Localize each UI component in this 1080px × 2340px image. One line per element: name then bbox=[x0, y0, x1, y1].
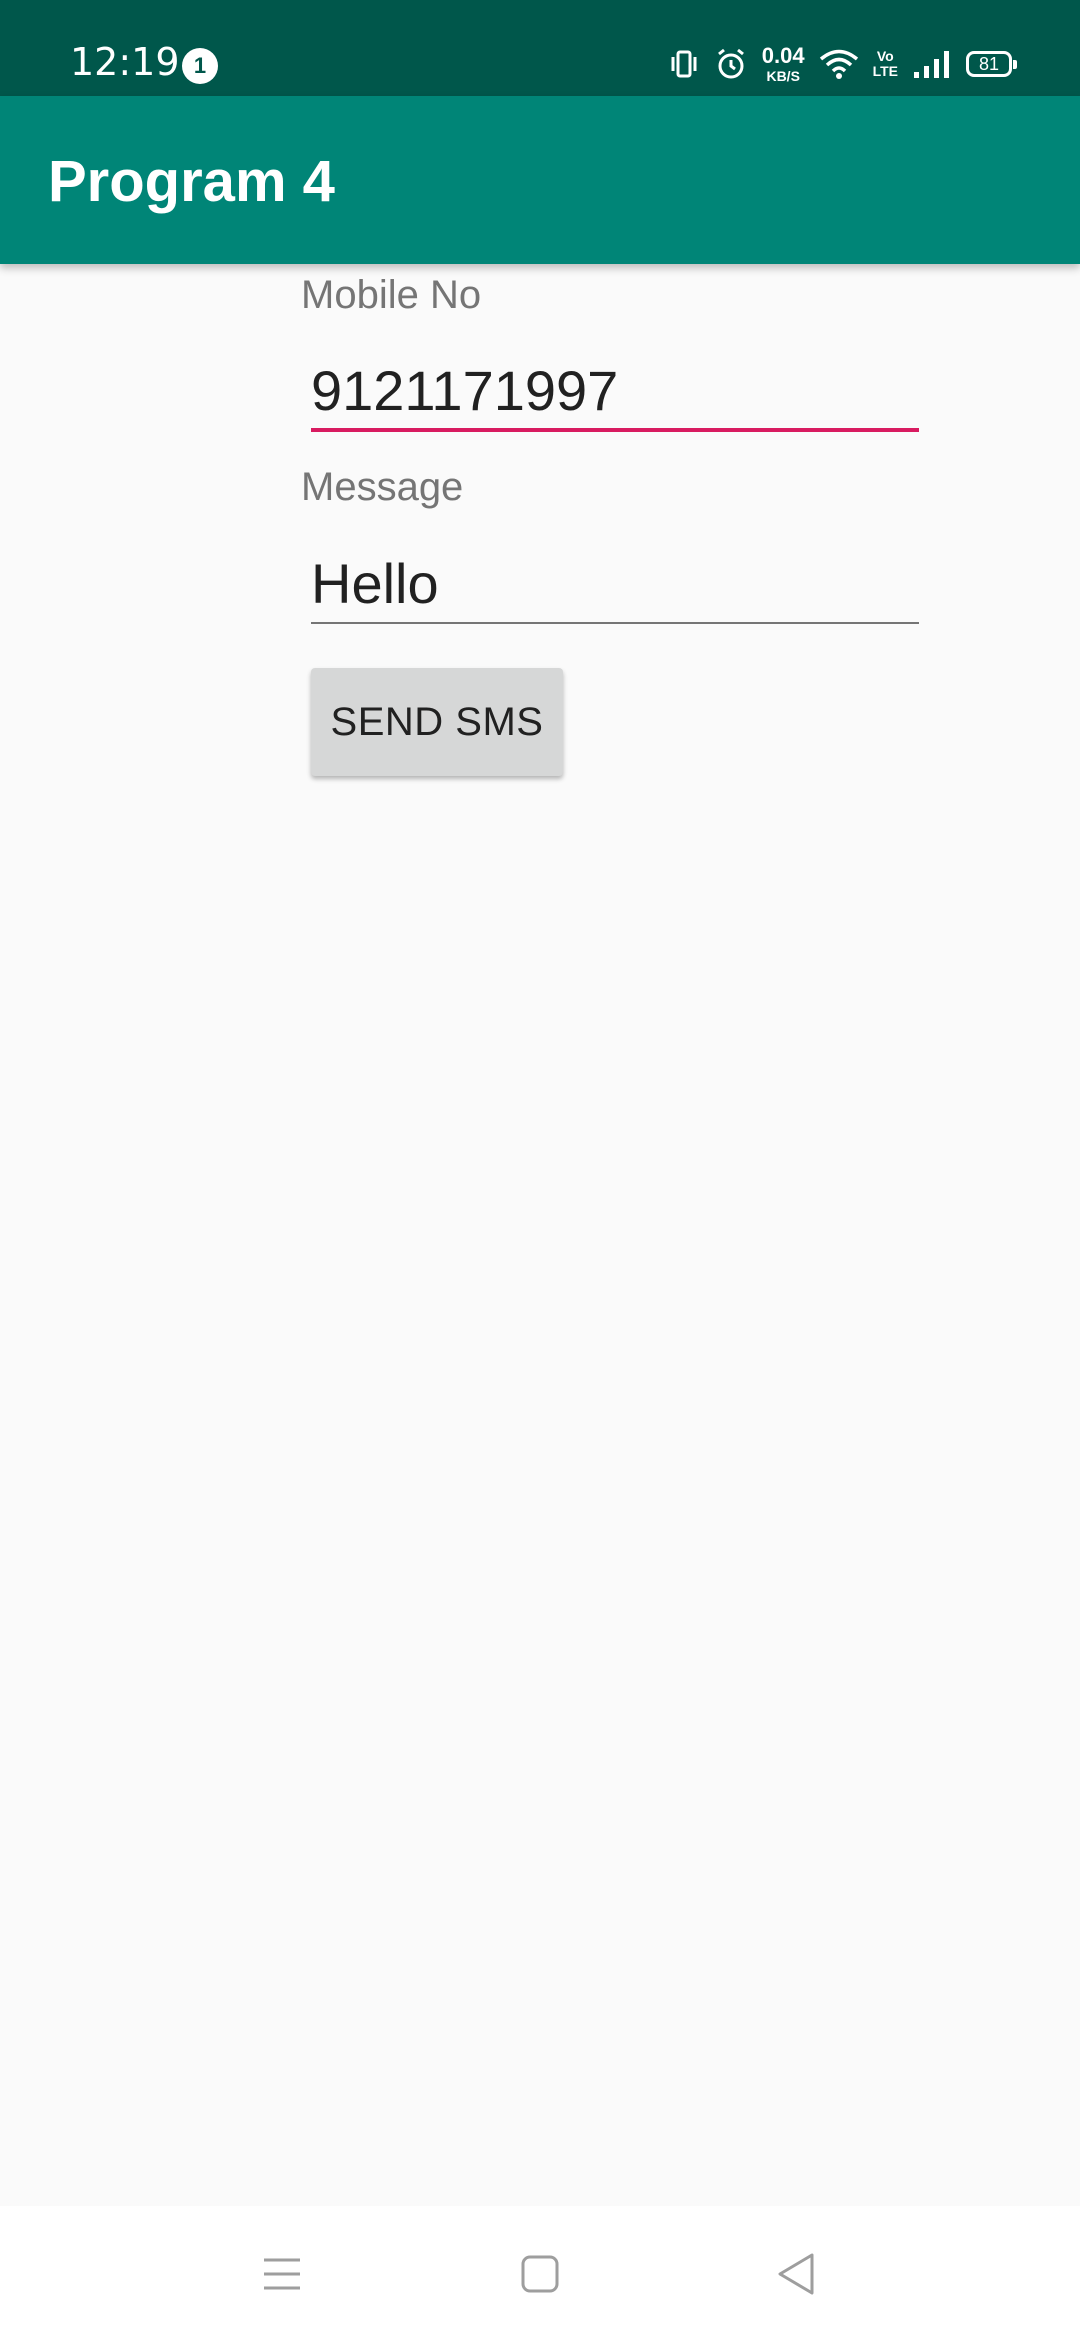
vibrate-icon bbox=[668, 48, 700, 80]
message-input-underline bbox=[311, 622, 919, 624]
mobile-label: Mobile No bbox=[301, 273, 482, 317]
menu-icon bbox=[262, 2256, 302, 2297]
message-label: Message bbox=[301, 465, 464, 509]
mobile-input-underline bbox=[311, 428, 919, 432]
mobile-input[interactable] bbox=[311, 350, 919, 430]
volte-top: Vo bbox=[876, 48, 894, 64]
net-speed-value: 0.04 bbox=[761, 43, 805, 68]
nav-bar bbox=[0, 2206, 1080, 2340]
alarm-icon bbox=[714, 47, 748, 81]
wifi-icon bbox=[819, 48, 859, 80]
home-button[interactable] bbox=[490, 2226, 590, 2326]
net-speed-unit: KB/S bbox=[766, 68, 800, 84]
battery-icon: 81 bbox=[966, 51, 1017, 77]
volte-bottom: LTE bbox=[872, 63, 898, 79]
back-icon bbox=[776, 2252, 816, 2301]
notification-badge: 1 bbox=[182, 48, 218, 84]
net-speed: 0.04 KB/S bbox=[761, 43, 805, 84]
status-time: 12:19 bbox=[70, 40, 180, 84]
home-icon bbox=[520, 2254, 560, 2299]
signal-icon bbox=[912, 48, 952, 80]
status-icons: 0.04 KB/S Vo LTE 81 bbox=[668, 42, 1017, 86]
volte-icon: Vo LTE bbox=[873, 49, 898, 79]
app-title: Program 4 bbox=[48, 149, 335, 214]
menu-button[interactable] bbox=[232, 2226, 332, 2326]
app-bar: Program 4 bbox=[0, 96, 1080, 264]
message-input[interactable] bbox=[311, 543, 919, 623]
back-button[interactable] bbox=[746, 2226, 846, 2326]
send-sms-button[interactable]: SEND SMS bbox=[311, 668, 563, 776]
status-bar: 12:19 1 0.04 KB/S Vo LTE 81 bbox=[0, 0, 1080, 96]
